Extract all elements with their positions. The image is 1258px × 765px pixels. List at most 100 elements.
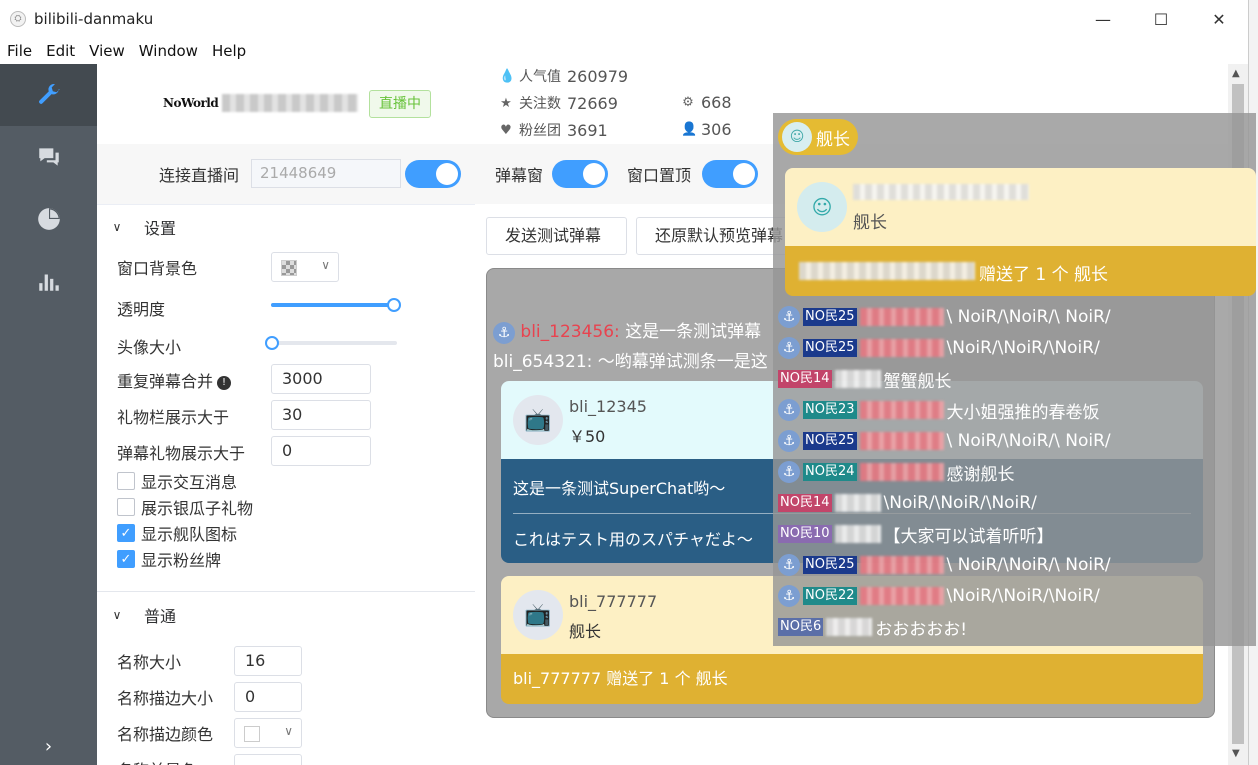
- checkbox-box[interactable]: [117, 498, 135, 516]
- section-divider: [97, 591, 475, 592]
- overlay-guard-level: 舰长: [853, 213, 887, 233]
- stat-count-a: ⚙ 668: [682, 93, 732, 112]
- chevron-right-icon: ›: [44, 736, 53, 757]
- name-front-color-picker[interactable]: [234, 754, 302, 765]
- info-icon: !: [217, 375, 232, 390]
- opacity-label: 透明度: [117, 300, 166, 319]
- bar-chart-icon: [38, 274, 59, 291]
- opacity-slider[interactable]: [271, 298, 401, 312]
- avatar: ☺: [782, 122, 812, 152]
- opacity-slider-fill: [271, 303, 395, 307]
- sidebar-item-danmaku[interactable]: [0, 126, 97, 188]
- menu-edit[interactable]: Edit: [39, 42, 82, 60]
- guard-tab[interactable]: ☺ 舰长: [778, 119, 858, 155]
- overlay-danmaku-line: NO民6 おおおおお!: [778, 613, 967, 641]
- maximize-icon: ☐: [1153, 9, 1169, 29]
- tv-avatar-icon: 📺: [513, 590, 563, 640]
- minimize-icon: —: [1095, 9, 1111, 29]
- overlay-danmaku-line: ⚓ NO民24 感谢舰长: [778, 458, 1015, 486]
- maximize-button[interactable]: ☐: [1132, 0, 1190, 38]
- chevron-down-icon: ∨: [112, 220, 122, 234]
- overlay-guard-text: 赠送了 1 个 舰长: [979, 265, 1109, 285]
- checkbox-box-checked[interactable]: ✓: [117, 524, 135, 542]
- menu-file[interactable]: File: [0, 42, 39, 60]
- fan-medal-badge: NO民6: [778, 618, 824, 636]
- danmaku-text: \NoiR/\NoiR/\NoiR/: [946, 338, 1100, 358]
- blurred-username: [859, 463, 944, 481]
- blurred-username: [859, 587, 944, 605]
- fan-medal-badge: NO民23: [803, 401, 857, 419]
- blurred-username: [834, 370, 881, 388]
- connect-switch[interactable]: [405, 160, 461, 188]
- room-title-blurred: [222, 94, 358, 112]
- sidebar-item-charts[interactable]: [0, 250, 97, 312]
- avatar-size-slider[interactable]: [265, 336, 397, 350]
- checkbox-silver-gifts[interactable]: 展示银瓜子礼物: [117, 495, 253, 519]
- danmaku-window-switch[interactable]: [552, 160, 608, 188]
- danmaku-text: \NoiR/\NoiR/\NoiR/: [946, 586, 1100, 606]
- overlay-danmaku-line: NO民14 \NoiR/\NoiR/\NoiR/: [778, 489, 1037, 517]
- danmaku-text: おおおおお!: [875, 619, 968, 640]
- menu-bar: File Edit View Window Help: [0, 38, 1248, 64]
- sidebar-collapse-button[interactable]: ›: [0, 736, 97, 757]
- settings-section-header[interactable]: ∨ 设置: [97, 205, 475, 249]
- opacity-slider-handle[interactable]: [387, 298, 401, 312]
- gift-bar-input[interactable]: 30: [271, 400, 371, 430]
- bg-color-picker[interactable]: ∨: [271, 252, 339, 282]
- avatar-size-slider-handle[interactable]: [265, 336, 279, 350]
- menu-window[interactable]: Window: [132, 42, 205, 60]
- name-stroke-input[interactable]: 0: [234, 682, 302, 712]
- checkbox-guard-icon[interactable]: ✓ 显示舰队图标: [117, 521, 237, 545]
- danmaku-text: \ NoiR/\NoiR/\ NoiR/: [946, 431, 1111, 451]
- anchor-icon: ⚓: [778, 306, 800, 328]
- checkbox-box-checked[interactable]: ✓: [117, 550, 135, 568]
- close-button[interactable]: ✕: [1190, 0, 1248, 38]
- checkbox-box[interactable]: [117, 472, 135, 490]
- send-test-danmaku-button[interactable]: 发送测试弹幕: [486, 217, 627, 255]
- danmaku-text: \ NoiR/\NoiR/\ NoiR/: [946, 555, 1111, 575]
- minimize-button[interactable]: —: [1074, 0, 1132, 38]
- pin-window-switch[interactable]: [702, 160, 758, 188]
- overlay-guard-header: ☺ 舰长: [785, 168, 1256, 246]
- name-stroke-color-label: 名称描边颜色: [117, 725, 214, 744]
- name-size-input[interactable]: 16: [234, 646, 302, 676]
- superchat-amount: ￥50: [569, 427, 606, 446]
- blurred-username: [859, 556, 944, 574]
- reset-preview-button[interactable]: 还原默认预览弹幕: [636, 217, 796, 255]
- chevron-down-icon: ∨: [284, 724, 293, 738]
- wrench-icon: [38, 84, 60, 104]
- checkbox-fan-medal[interactable]: ✓ 显示粉丝牌: [117, 547, 221, 571]
- stat-count-b: 👤 306: [681, 120, 732, 139]
- checkbox-interaction[interactable]: 显示交互消息: [117, 469, 237, 493]
- danmaku-text: 感谢舰长: [946, 464, 1015, 485]
- title-bar: ⛭ bilibili-danmaku — ☐ ✕: [0, 0, 1248, 38]
- chevron-down-icon: ∨: [321, 258, 330, 272]
- normal-section-header[interactable]: ∨ 普通: [97, 593, 475, 637]
- preview-danmaku-2: bli_654321: ～哟幕弹试测条一是这: [493, 352, 768, 372]
- sidebar-item-settings[interactable]: [0, 64, 97, 126]
- live-status-badge: 直播中: [369, 90, 431, 118]
- anchor-icon: ⚓: [493, 322, 515, 344]
- scroll-up-icon[interactable]: ▲: [1232, 68, 1240, 79]
- fan-medal-badge: NO民25: [803, 556, 857, 574]
- menu-view[interactable]: View: [82, 42, 132, 60]
- overlay-guard-footer: 赠送了 1 个 舰长: [785, 246, 1256, 296]
- sidebar-item-stats[interactable]: [0, 188, 97, 250]
- merge-input[interactable]: 3000: [271, 364, 371, 394]
- chevron-down-icon: ∨: [112, 608, 122, 622]
- blurred-username: [826, 618, 873, 636]
- anchor-icon: ⚓: [778, 585, 800, 607]
- fan-medal-badge: NO民22: [803, 587, 857, 605]
- stat-fanclub: ♥ 粉丝团 3691: [500, 120, 608, 140]
- app-icon: ⛭: [10, 11, 26, 27]
- fan-medal-badge: NO民25: [803, 432, 857, 450]
- guard-user: bli_777777: [569, 592, 658, 611]
- gift-danmaku-input[interactable]: 0: [271, 436, 371, 466]
- room-id-input[interactable]: 21448649: [251, 159, 401, 188]
- overlay-danmaku-line: NO民10 【大家可以试着听听】: [778, 520, 1054, 548]
- name-stroke-color-picker[interactable]: ∨: [234, 718, 302, 748]
- scroll-down-icon[interactable]: ▼: [1232, 748, 1240, 759]
- pie-chart-icon: [37, 208, 60, 230]
- menu-help[interactable]: Help: [205, 42, 253, 60]
- name-front-color-label: 名称前景色: [117, 757, 197, 765]
